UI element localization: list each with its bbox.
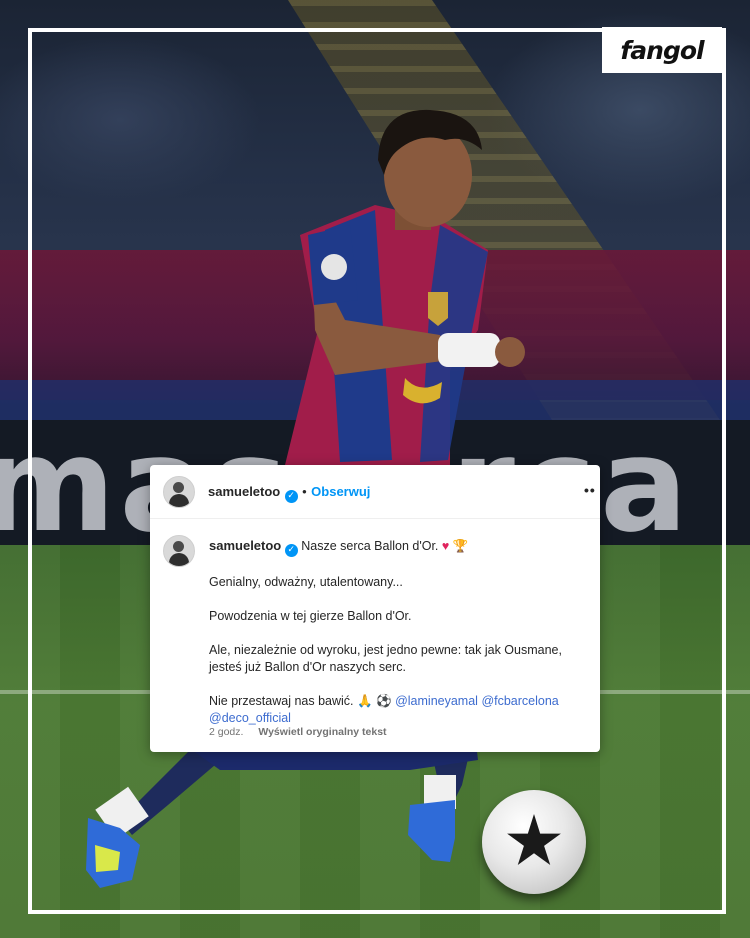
caption-paragraph-3-line-1: Ale, niezależnie od wyroku, jest jedno p… — [209, 643, 562, 657]
verified-badge-icon: ✓ — [284, 490, 298, 503]
caption-avatar[interactable] — [163, 535, 195, 567]
brand-logo: fangol — [602, 27, 722, 73]
post-caption: samueletoo ✓ Nasze serca Ballon d'Or. ♥ … — [209, 537, 589, 727]
brand-logo-text: fangol — [620, 35, 704, 65]
player-wrist-tape — [438, 333, 500, 367]
post-header-row: samueletoo ✓ • Obserwuj — [208, 483, 370, 503]
caption-first-line: samueletoo ✓ Nasze serca Ballon d'Or. ♥ … — [209, 537, 589, 557]
caption-paragraph-1: Genialny, odważny, utalentowany... — [209, 575, 403, 589]
pray-ball-emoji-icon: 🙏 ⚽ — [357, 694, 392, 708]
heart-trophy-emoji-icon: ♥ 🏆 — [441, 539, 469, 553]
player-right-boot — [408, 800, 455, 862]
caption-first-line-text: Nasze serca Ballon d'Or. — [301, 539, 439, 553]
more-options-icon[interactable]: •• — [584, 482, 596, 498]
caption-paragraph-4-text: Nie przestawaj nas bawić. — [209, 694, 354, 708]
post-meta: 2 godz. Wyświetl oryginalny tekst — [209, 726, 387, 738]
mention-link[interactable]: @lamineyamal — [395, 694, 478, 708]
caption-paragraph-3-line-2: jesteś już Ballon d'Or naszych serc. — [209, 660, 406, 674]
instagram-post-card: samueletoo ✓ • Obserwuj •• samueletoo ✓ … — [150, 465, 600, 752]
avatar[interactable] — [163, 476, 195, 508]
caption-paragraph-4-line-2: @deco_official — [209, 710, 589, 727]
caption-username[interactable]: samueletoo — [209, 538, 281, 553]
caption-verified-badge-icon: ✓ — [284, 544, 298, 557]
caption-paragraph-2: Powodzenia w tej gierze Ballon d'Or. — [209, 609, 412, 623]
post-header: samueletoo ✓ • Obserwuj •• — [150, 465, 600, 519]
header-separator: • — [302, 484, 307, 499]
follow-button[interactable]: Obserwuj — [311, 484, 370, 499]
badge-icon — [321, 254, 347, 280]
header-username[interactable]: samueletoo — [208, 484, 280, 499]
translate-link[interactable]: Wyświetl oryginalny tekst — [258, 726, 386, 738]
mention-link[interactable]: @deco_official — [209, 711, 291, 725]
caption-paragraph-4: Nie przestawaj nas bawić. 🙏 ⚽ @lamineyam… — [209, 693, 589, 710]
post-time[interactable]: 2 godz. — [209, 726, 243, 738]
mention-link[interactable]: @fcbarcelona — [481, 694, 558, 708]
player-hand — [495, 337, 525, 367]
